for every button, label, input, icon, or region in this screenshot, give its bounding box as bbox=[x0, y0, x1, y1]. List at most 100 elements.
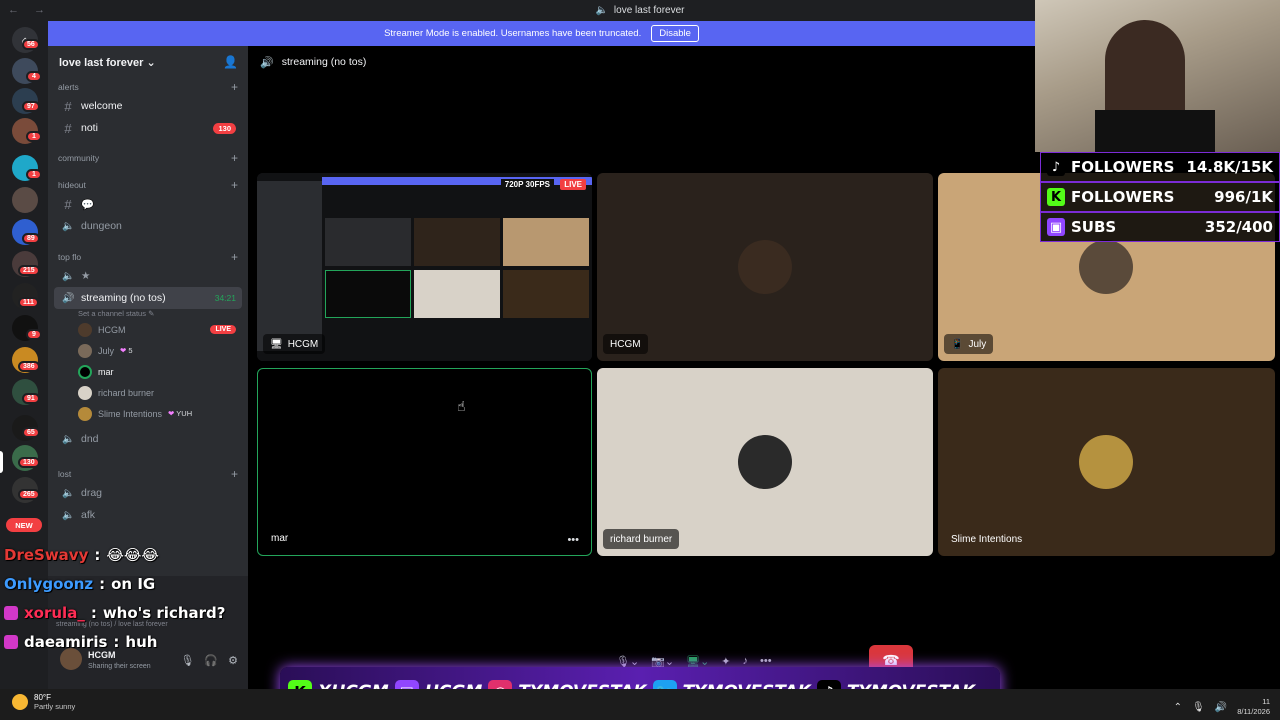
server-header[interactable]: love last forever ⌄ 👤 bbox=[48, 46, 248, 78]
channel-dungeon[interactable]: 🔈 dungeon bbox=[54, 215, 242, 237]
soundboard-icon[interactable]: ♪ bbox=[743, 655, 749, 667]
chat-message: daeamiris: huh bbox=[4, 627, 324, 656]
plus-icon[interactable]: + bbox=[231, 250, 238, 264]
channel-star[interactable]: 🔈 ★ bbox=[54, 265, 242, 287]
channel-afk[interactable]: 🔈 afk bbox=[54, 504, 242, 526]
channel-title: streaming (no tos) bbox=[281, 56, 367, 68]
more-icon[interactable]: ••• bbox=[760, 655, 772, 667]
participant-tile[interactable]: mar ••• bbox=[257, 368, 592, 556]
channel-welcome[interactable]: # welcome bbox=[54, 95, 242, 117]
call-timer: 34:21 bbox=[214, 293, 236, 303]
webcam-overlay bbox=[1035, 0, 1280, 152]
stream-preview-tile bbox=[503, 218, 589, 266]
speaker-icon: 🔊 bbox=[62, 292, 75, 304]
speaker-icon: 🔊 bbox=[260, 56, 274, 69]
stat-row: ♪ FOLLOWERS 14.8K/15K bbox=[1040, 152, 1280, 182]
category-lost[interactable]: lost + bbox=[48, 466, 248, 482]
activities-icon[interactable]: ✦ bbox=[721, 655, 730, 668]
tile-label: richard burner bbox=[603, 529, 680, 549]
rail-badge: 65 bbox=[22, 427, 40, 438]
weather-widget[interactable]: 80°F Partly sunny bbox=[12, 693, 75, 711]
badge-icon bbox=[4, 605, 18, 620]
disable-streamer-mode-button[interactable]: Disable bbox=[651, 25, 699, 42]
channel-dnd[interactable]: 🔈 dnd bbox=[54, 428, 242, 450]
streamer-shirt bbox=[1095, 110, 1215, 152]
category-community[interactable]: community + bbox=[48, 150, 248, 166]
hash-icon: # bbox=[64, 98, 72, 114]
speaker-icon: 🔈 bbox=[62, 433, 75, 445]
voice-user-mar[interactable]: mar bbox=[48, 361, 248, 382]
screen-share-icon: 🖥 bbox=[270, 338, 283, 350]
participant-tile[interactable]: Slime Intentions bbox=[938, 368, 1275, 556]
rail-badge: 215 bbox=[18, 265, 40, 276]
speaker-icon: 🔈 bbox=[62, 509, 75, 521]
add-member-icon[interactable]: 👤 bbox=[223, 55, 238, 69]
tile-label: 🖥 HCGM bbox=[263, 334, 326, 354]
more-options-icon[interactable]: ••• bbox=[567, 534, 579, 546]
speaker-icon[interactable]: 🔊 bbox=[1215, 702, 1227, 713]
plus-icon[interactable]: + bbox=[231, 467, 238, 481]
participant-tile[interactable]: richard burner bbox=[597, 368, 933, 556]
plus-icon[interactable]: + bbox=[231, 151, 238, 165]
rail-badge: 9 bbox=[26, 329, 42, 340]
voice-user-slime[interactable]: Slime Intentions ❤ YUH bbox=[48, 403, 248, 424]
avatar bbox=[738, 240, 792, 294]
stream-preview-tile bbox=[414, 218, 500, 266]
camera-off-icon[interactable]: 📷⌄ bbox=[651, 655, 674, 668]
mention-badge: 130 bbox=[213, 122, 236, 134]
avatar bbox=[78, 364, 92, 379]
taskbar: 80°F Partly sunny ⌃ 🎙 🔊 11 8/11/2026 bbox=[0, 689, 1280, 720]
phone-icon: 📱 bbox=[951, 338, 964, 350]
nav-arrows[interactable]: ← → bbox=[8, 4, 51, 16]
rail-badge: 265 bbox=[18, 489, 40, 500]
voice-user-hcgm[interactable]: HCGM LIVE bbox=[48, 319, 248, 340]
participant-tile[interactable]: HCGM bbox=[597, 173, 933, 361]
plus-icon[interactable]: + bbox=[231, 80, 238, 94]
channel-status[interactable]: Set a channel status ✎ bbox=[48, 309, 248, 319]
category-top-flo[interactable]: top flo + bbox=[48, 249, 248, 265]
tile-label: HCGM bbox=[603, 334, 648, 354]
avatar bbox=[78, 343, 92, 358]
channel-noti[interactable]: # noti 130 bbox=[54, 117, 242, 139]
category-hideout[interactable]: hideout + bbox=[48, 177, 248, 193]
stream-preview-sidebar bbox=[257, 181, 322, 351]
follower-goals: ♪ FOLLOWERS 14.8K/15K K FOLLOWERS 996/1K… bbox=[1040, 152, 1280, 242]
user-tag: ❤ YUH bbox=[168, 409, 193, 418]
stream-tile[interactable]: 720P 30FPS LIVE 🖥 HCGM bbox=[257, 173, 592, 361]
streamer-mode-banner: Streamer Mode is enabled. Usernames have… bbox=[48, 21, 1035, 46]
window-title: 🔈 love last forever bbox=[595, 5, 685, 16]
speaker-icon: 🔈 bbox=[62, 220, 75, 232]
chat-message: Onlygoonz: on IG bbox=[4, 574, 156, 593]
channel-bubble[interactable]: # 💬 bbox=[54, 193, 242, 215]
avatar bbox=[78, 385, 92, 400]
voice-user-july[interactable]: July ❤ 5 bbox=[48, 340, 248, 361]
server-icon[interactable] bbox=[12, 187, 38, 213]
mic-icon[interactable]: 🎙⌄ bbox=[616, 655, 639, 668]
clock[interactable]: 11 8/11/2026 bbox=[1237, 697, 1270, 717]
plus-icon[interactable]: + bbox=[231, 178, 238, 192]
rail-badge: 56 bbox=[22, 39, 40, 50]
speaker-icon: 🔈 bbox=[595, 5, 608, 16]
rail-badge: 111 bbox=[18, 297, 39, 308]
avatar bbox=[1079, 435, 1133, 489]
banner-text: Streamer Mode is enabled. Usernames have… bbox=[384, 28, 642, 39]
rail-badge: 386 bbox=[18, 361, 40, 372]
hash-icon: # bbox=[64, 120, 72, 136]
rail-badge: 1 bbox=[26, 131, 42, 142]
channel-streaming[interactable]: 🔊 streaming (no tos) 34:21 bbox=[54, 287, 242, 309]
chevron-up-icon[interactable]: ⌃ bbox=[1174, 702, 1182, 713]
hash-icon: # bbox=[64, 196, 72, 212]
mic-icon[interactable]: 🎙 bbox=[1192, 702, 1205, 713]
voice-user-richard[interactable]: richard burner bbox=[48, 382, 248, 403]
rail-badge: 91 bbox=[22, 393, 40, 404]
twitch-icon: ▣ bbox=[1047, 218, 1065, 236]
selected-server-pill bbox=[0, 451, 3, 473]
channel-drag[interactable]: 🔈 drag bbox=[54, 482, 242, 504]
tiktok-icon: ♪ bbox=[1047, 158, 1065, 176]
stream-preview-tile bbox=[414, 270, 500, 318]
rail-badge: 89 bbox=[22, 233, 40, 244]
pencil-icon: ✎ bbox=[148, 309, 155, 318]
category-alerts[interactable]: alerts + bbox=[48, 79, 248, 95]
chevron-down-icon: ⌄ bbox=[146, 56, 156, 69]
screen-share-icon[interactable]: 🖥⌄ bbox=[686, 655, 709, 668]
